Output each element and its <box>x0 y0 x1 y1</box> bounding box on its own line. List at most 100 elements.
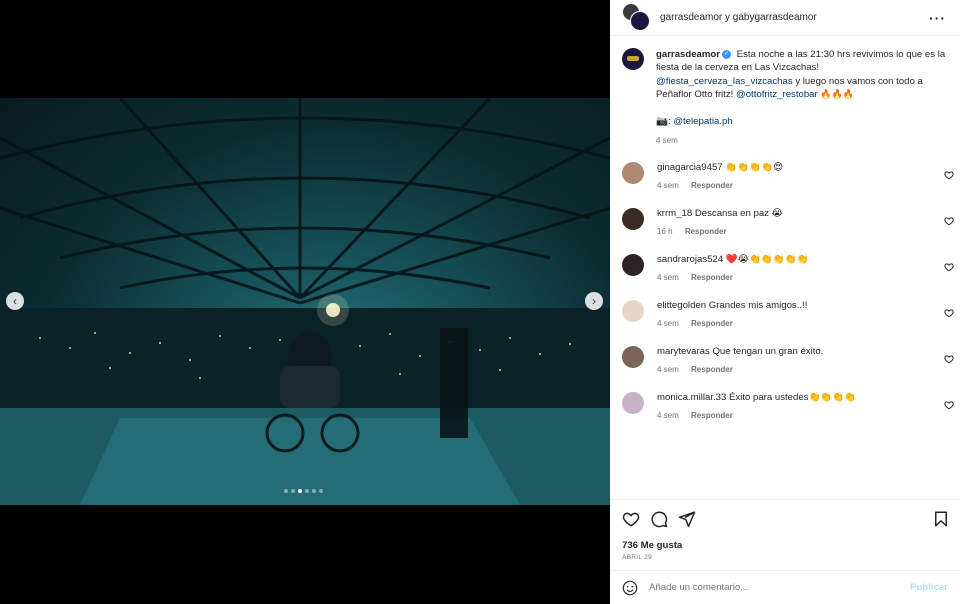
caption-username[interactable]: garrasdeamor <box>656 49 720 60</box>
reply-button[interactable]: Responder <box>691 273 733 282</box>
comment-body: ginagarcia9457 👏👏👏👏😍 4 sem Responder <box>657 162 927 192</box>
post-author-names[interactable]: garrasdeamor y gabygarrasdeamor <box>660 12 929 23</box>
caption-emojis: 🔥🔥🔥 <box>820 89 855 100</box>
likes-count[interactable]: 736 Me gusta <box>610 538 960 551</box>
avatar[interactable] <box>622 299 644 322</box>
post-photo <box>0 98 610 505</box>
avatar <box>630 10 650 31</box>
carousel-dot <box>312 489 316 493</box>
comment-username[interactable]: krrm_18 <box>657 208 692 219</box>
comment-row: marytevaras Que tengan un gran éxito. 4 … <box>610 345 960 376</box>
publish-button[interactable]: Publicar <box>910 582 948 593</box>
heart-outline-icon <box>944 217 954 226</box>
share-button[interactable] <box>678 510 696 528</box>
comment-row: krrm_18 Descansa en paz 😭 16 h Responder <box>610 207 960 238</box>
avatar[interactable] <box>622 48 644 70</box>
emoji-picker-button[interactable] <box>622 580 638 596</box>
avatar[interactable] <box>622 253 644 276</box>
comment-username[interactable]: marytevaras <box>657 346 710 357</box>
comment-meta: 4 sem Responder <box>657 272 927 284</box>
comment-button[interactable] <box>650 510 668 528</box>
chevron-left-icon: ‹ <box>13 294 17 308</box>
post-side-panel: garrasdeamor y gabygarrasdeamor ··· garr… <box>610 0 960 604</box>
reply-button[interactable]: Responder <box>691 181 733 190</box>
carousel-dot <box>305 489 309 493</box>
comment-meta: 16 h Responder <box>657 226 927 238</box>
comment-like-icon[interactable] <box>944 262 954 272</box>
comment-meta: 4 sem Responder <box>657 364 927 376</box>
reply-button[interactable]: Responder <box>691 411 733 420</box>
comment-time[interactable]: 4 sem <box>657 411 679 420</box>
comment-body: marytevaras Que tengan un gran éxito. 4 … <box>657 346 927 376</box>
carousel-dot <box>319 489 323 493</box>
comment-time[interactable]: 4 sem <box>657 181 679 190</box>
comment-time[interactable]: 4 sem <box>657 365 679 374</box>
comment-username[interactable]: sandrarojas524 <box>657 254 723 265</box>
heart-outline-icon <box>944 401 954 410</box>
heart-outline-icon <box>944 309 954 318</box>
comment-time[interactable]: 16 h <box>657 227 673 236</box>
comment-text: Que tengan un gran éxito. <box>712 345 824 357</box>
avatar[interactable] <box>622 161 644 184</box>
comment-body: monica.millar.33 Éxito para ustedes👏👏👏👏 … <box>657 392 927 422</box>
comment-time[interactable]: 4 sem <box>657 273 679 282</box>
comment-username[interactable]: ginagarcia9457 <box>657 162 723 173</box>
reply-button[interactable]: Responder <box>691 319 733 328</box>
avatar[interactable] <box>622 207 644 230</box>
photo-credit-link[interactable]: @telepatia.ph <box>673 116 732 127</box>
comment-like-icon[interactable] <box>944 400 954 410</box>
comment-text: ❤️😭👏👏👏👏👏 <box>725 253 809 265</box>
comment-row: elittegolden Grandes mis amigos..!! 4 se… <box>610 299 960 330</box>
bookmark-icon <box>935 511 947 527</box>
comment-body: krrm_18 Descansa en paz 😭 16 h Responder <box>657 208 927 238</box>
comment-row: monica.millar.33 Éxito para ustedes👏👏👏👏 … <box>610 391 960 422</box>
carousel-dot <box>284 489 288 493</box>
comment-meta: 4 sem Responder <box>657 410 927 422</box>
comment-input[interactable] <box>649 582 889 593</box>
add-comment-bar: Publicar <box>610 570 960 604</box>
comment-like-icon[interactable] <box>944 170 954 180</box>
comment-body: elittegolden Grandes mis amigos..!! 4 se… <box>657 300 927 330</box>
comment-like-icon[interactable] <box>944 354 954 364</box>
comments-list: ginagarcia9457 👏👏👏👏😍 4 sem Responder krr… <box>610 161 960 422</box>
comment-meta: 4 sem Responder <box>657 180 927 192</box>
comment-like-icon[interactable] <box>944 308 954 318</box>
mention-link[interactable]: @ottofritz_restobar <box>736 89 818 100</box>
comment-text: Descansa en paz 😭 <box>694 207 783 219</box>
comment-text: Grandes mis amigos..!! <box>708 299 808 311</box>
reply-button[interactable]: Responder <box>685 227 727 236</box>
more-options-icon[interactable]: ··· <box>929 10 946 26</box>
comment-row: ginagarcia9457 👏👏👏👏😍 4 sem Responder <box>610 161 960 192</box>
paper-plane-icon <box>678 511 696 528</box>
media-viewer: ‹ › <box>0 0 610 604</box>
chevron-right-icon: › <box>592 294 596 308</box>
comment-bubble-icon <box>651 511 668 528</box>
verified-badge-icon: ✓ <box>722 49 731 59</box>
avatar[interactable] <box>622 345 644 368</box>
post-date: ABRIL 29 <box>622 554 652 561</box>
comment-username[interactable]: monica.millar.33 <box>657 392 726 403</box>
avatar[interactable] <box>622 391 644 414</box>
collab-avatars[interactable] <box>622 2 652 33</box>
concert-scene <box>0 98 610 505</box>
like-button[interactable] <box>622 510 640 528</box>
smiley-icon <box>622 580 638 595</box>
heart-outline-icon <box>944 263 954 272</box>
save-button[interactable] <box>932 510 950 528</box>
next-photo-button[interactable]: › <box>585 292 603 310</box>
post-actions-area: 736 Me gusta ABRIL 29 <box>610 499 960 561</box>
comments-scroll-area[interactable]: garrasdeamor ✓ Esta noche a las 21:30 hrs… <box>610 37 960 499</box>
comment-body: sandrarojas524 ❤️😭👏👏👏👏👏 4 sem Responder <box>657 254 927 284</box>
comment-username[interactable]: elittegolden <box>657 300 706 311</box>
caption-body: garrasdeamor ✓ Esta noche a las 21:30 hrs… <box>656 48 948 148</box>
comment-time[interactable]: 4 sem <box>657 319 679 328</box>
mention-link[interactable]: @fiesta_cerveza_las_vizcachas <box>656 76 793 87</box>
comment-like-icon[interactable] <box>944 216 954 226</box>
reply-button[interactable]: Responder <box>691 365 733 374</box>
heart-outline-icon <box>944 355 954 364</box>
comment-text: Éxito para ustedes👏👏👏👏 <box>729 391 857 403</box>
comment-row: sandrarojas524 ❤️😭👏👏👏👏👏 4 sem Responder <box>610 253 960 284</box>
previous-photo-button[interactable]: ‹ <box>6 292 24 310</box>
heart-outline-icon <box>944 171 954 180</box>
caption-time[interactable]: 4 sem <box>656 134 948 147</box>
